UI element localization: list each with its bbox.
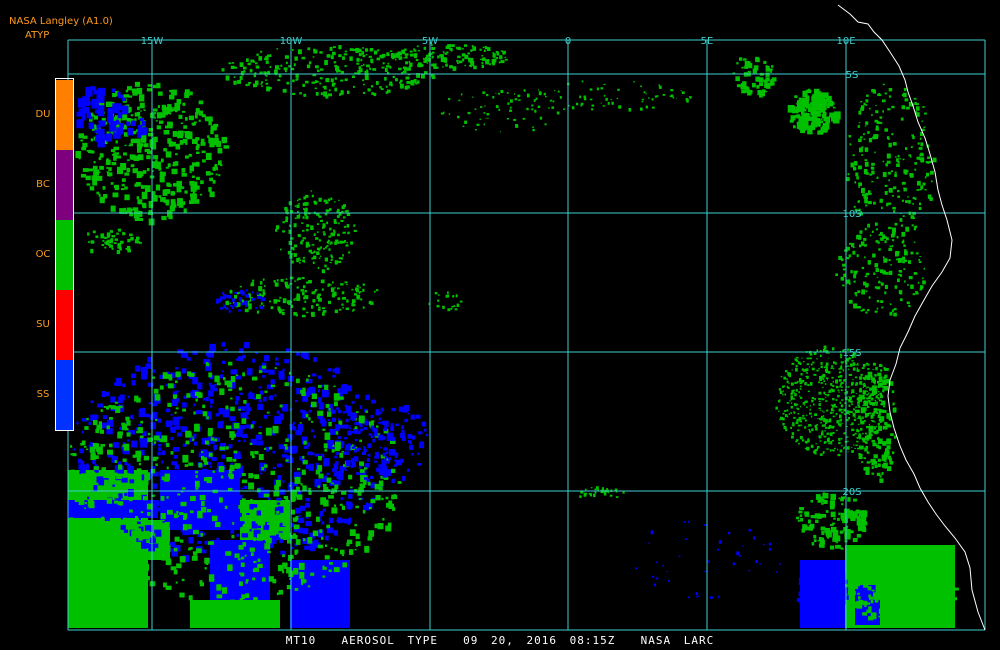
map-caption: MT10 AEROSOL TYPE 09 20, 2016 08:15Z NAS… (285, 634, 715, 647)
longitude-label: 5W (422, 36, 438, 47)
aerosol-type-legend: DU BC OC SU SS (35, 78, 74, 431)
legend-label-su: SU (36, 319, 50, 330)
legend-label-ss: SS (36, 389, 50, 400)
latitude-label: 20S (842, 487, 861, 498)
grid-labels: 15W 10W 5W 0 5E 10E 5S 10S 15S 20S (141, 36, 862, 498)
latitude-label: 5S (846, 70, 859, 81)
legend-label-bc: BC (36, 179, 50, 190)
longitude-label: 15W (141, 36, 164, 47)
longitude-label: 0 (565, 36, 571, 47)
legend-label-oc: OC (35, 249, 51, 260)
aerosol-pixels (68, 43, 959, 628)
longitude-label: 10E (836, 36, 855, 47)
aerosol-map: 15W 10W 5W 0 5E 10E 5S 10S 15S 20S (67, 4, 986, 631)
legend-label-du: DU (35, 109, 51, 120)
longitude-label: 5E (701, 36, 714, 47)
latitude-label: 15S (842, 348, 861, 359)
longitude-label: 10W (280, 36, 303, 47)
latitude-label: 10S (842, 209, 861, 220)
